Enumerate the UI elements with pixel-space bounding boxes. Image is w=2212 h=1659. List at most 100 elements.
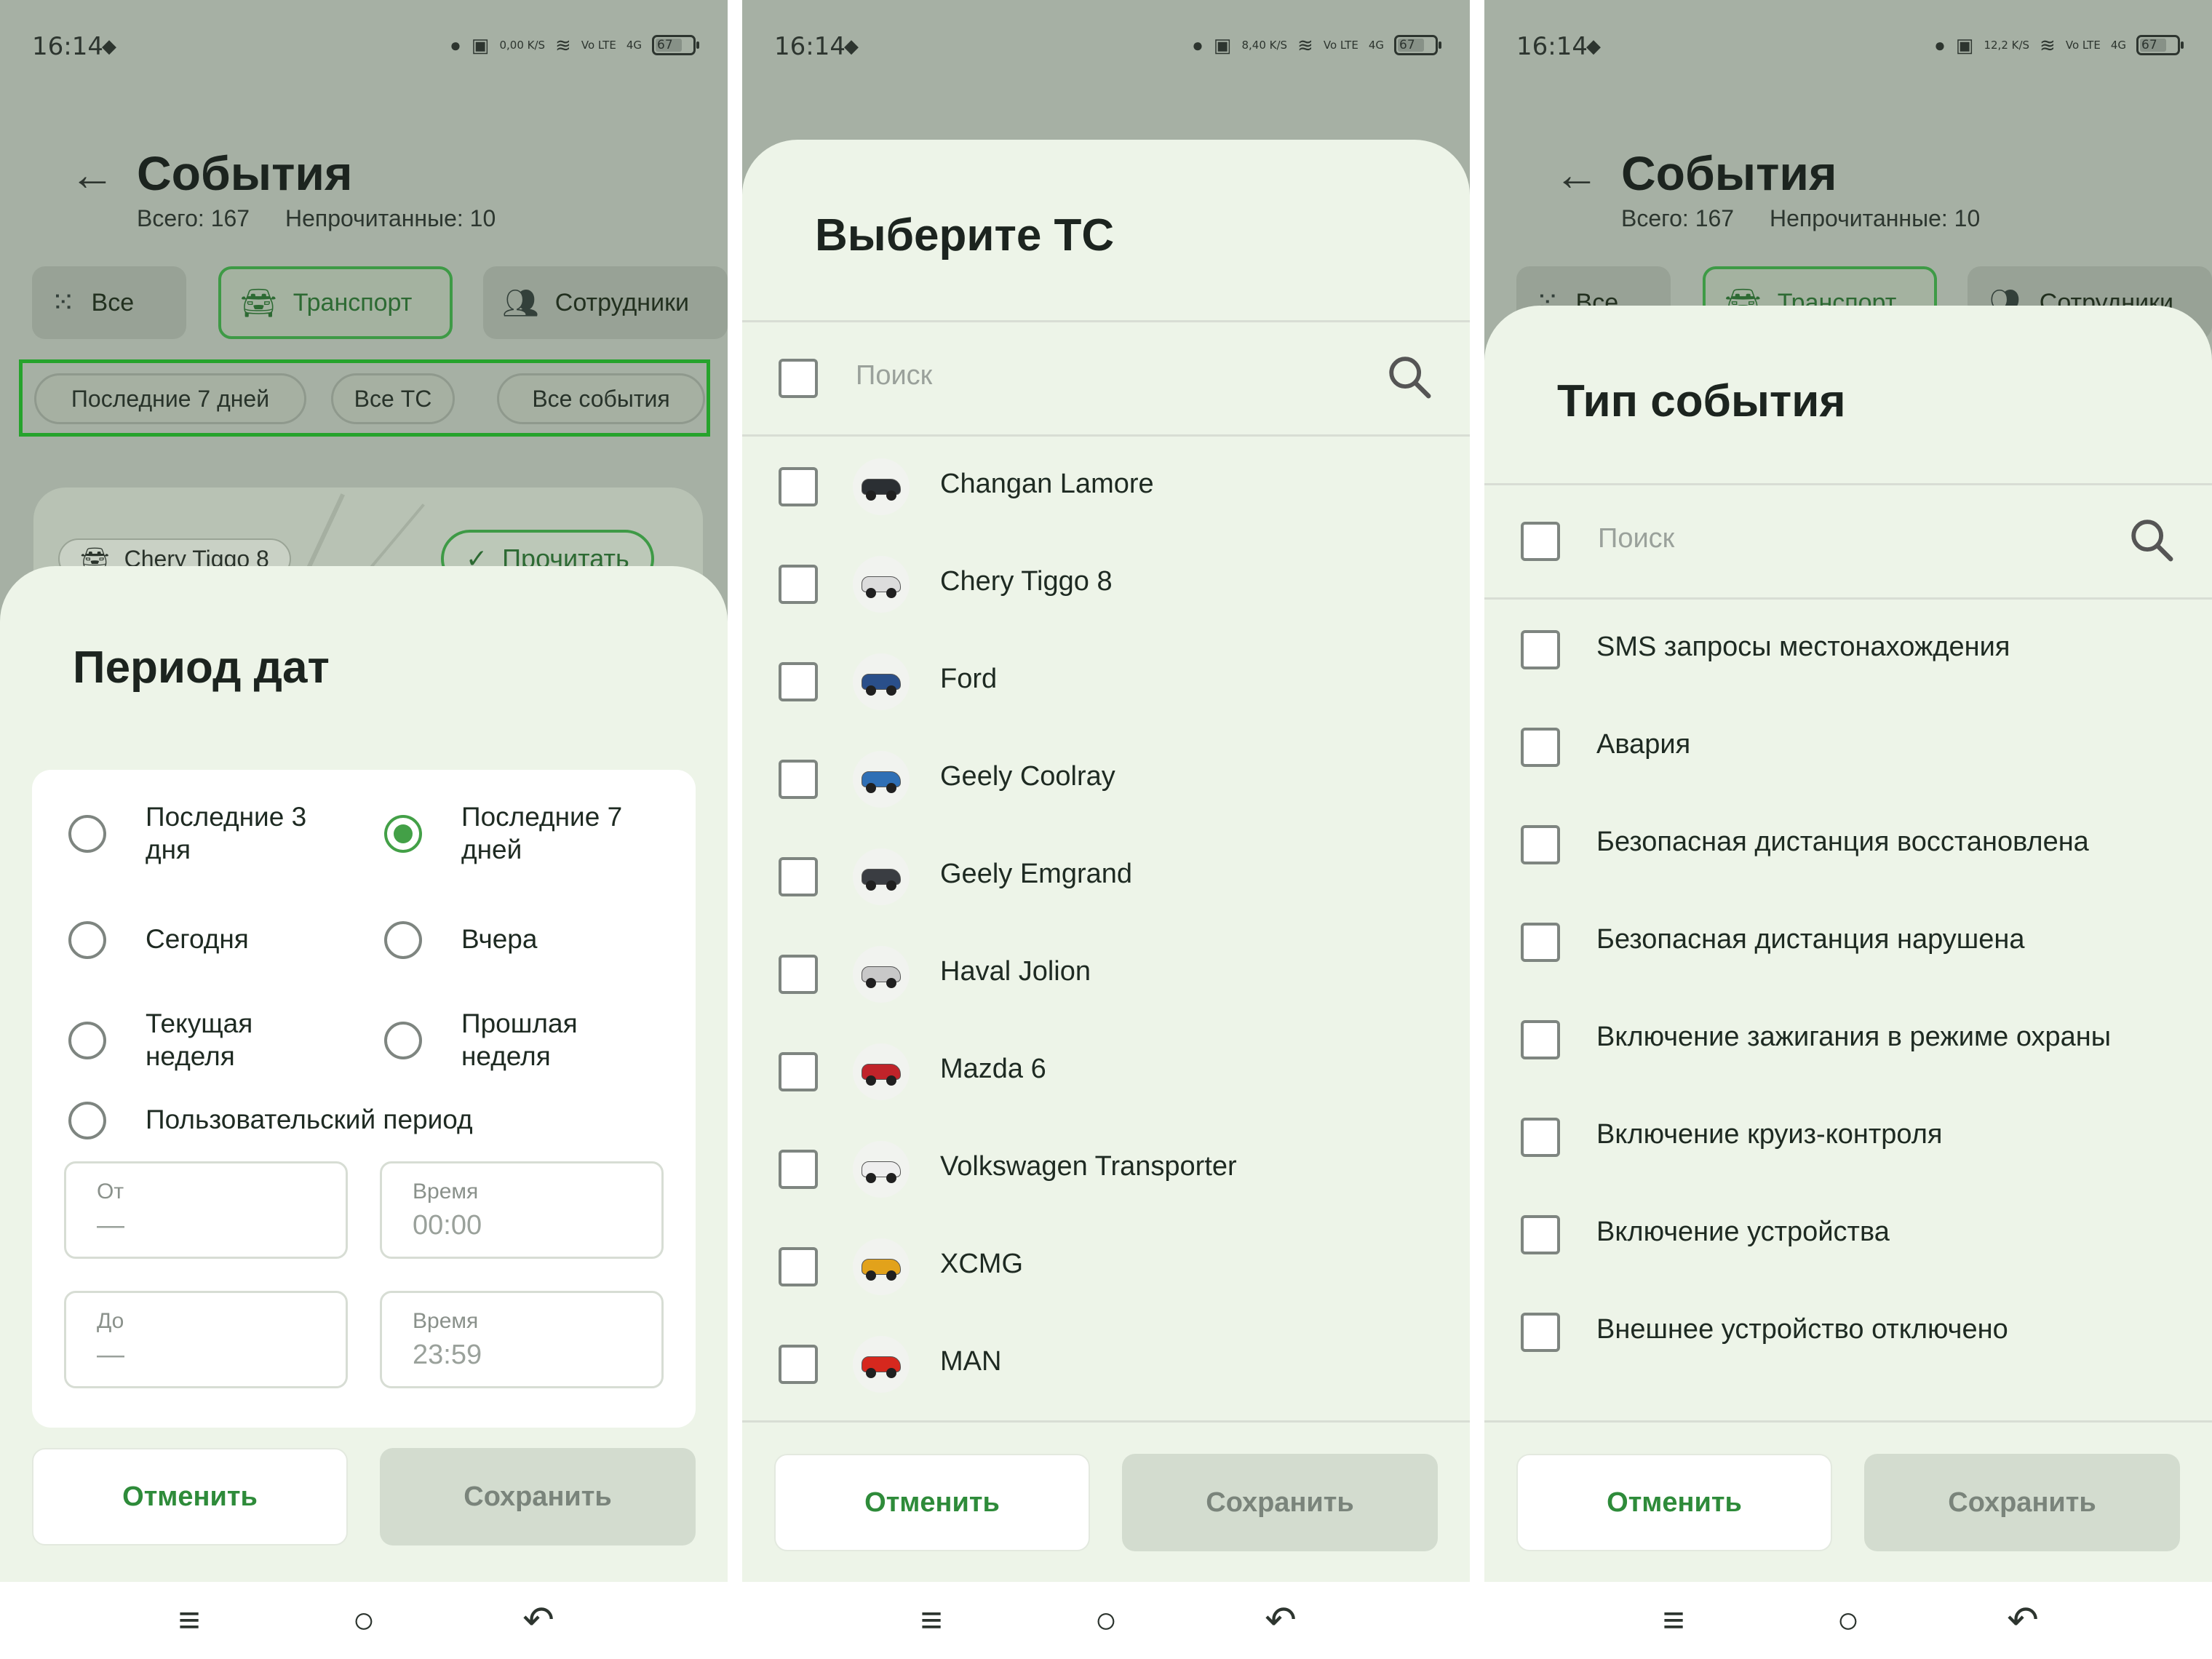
- save-button[interactable]: Сохранить: [1864, 1454, 2180, 1551]
- save-button[interactable]: Сохранить: [1122, 1454, 1438, 1551]
- vehicle-checkbox[interactable]: [779, 1052, 818, 1091]
- event-type-checkbox[interactable]: [1521, 630, 1560, 669]
- tab-employees[interactable]: 👥︎ Сотрудники: [483, 266, 728, 339]
- event-type-name: Включение устройства: [1596, 1217, 1890, 1247]
- home-icon[interactable]: ○: [1077, 1599, 1135, 1642]
- vehicle-checkbox[interactable]: [779, 955, 818, 994]
- vehicle-checkbox[interactable]: [779, 565, 818, 604]
- event-type-list-item[interactable]: Безопасная дистанция нарушена: [1484, 894, 2212, 991]
- back-arrow-icon[interactable]: ←: [1554, 153, 1599, 198]
- save-button[interactable]: Сохранить: [380, 1448, 696, 1545]
- cancel-button[interactable]: Отменить: [774, 1454, 1090, 1551]
- event-type-checkbox[interactable]: [1521, 1118, 1560, 1157]
- radio-last-7-days[interactable]: [384, 815, 422, 853]
- filter-vehicles-chip[interactable]: Все ТС: [331, 373, 455, 424]
- to-time-field[interactable]: Время 23:59: [380, 1291, 664, 1388]
- vehicle-name: Geely Coolray: [940, 761, 1115, 792]
- tab-transport[interactable]: 🚘︎ Транспорт: [218, 266, 453, 339]
- back-arrow-icon[interactable]: ←: [70, 153, 115, 198]
- event-type-checkbox[interactable]: [1521, 825, 1560, 864]
- battery-icon: 67: [2136, 35, 2184, 55]
- event-type-list-item[interactable]: Внешнее устройство отключено: [1484, 1284, 2212, 1381]
- wifi-icon: ≋: [2040, 33, 2056, 56]
- vehicle-name: Mazda 6: [940, 1054, 1046, 1084]
- notification-icon: ◆: [1586, 35, 1601, 57]
- home-icon[interactable]: ○: [335, 1599, 393, 1642]
- vehicle-list-item[interactable]: Volkswagen Transporter: [742, 1121, 1470, 1218]
- search-icon[interactable]: [1384, 351, 1435, 402]
- vehicle-checkbox[interactable]: [779, 1345, 818, 1384]
- event-type-list-item[interactable]: Включение устройства: [1484, 1186, 2212, 1284]
- radio-label: Последние 7 дней: [461, 802, 623, 864]
- cancel-button[interactable]: Отменить: [1516, 1454, 1832, 1551]
- select-all-checkbox[interactable]: [1521, 522, 1560, 561]
- back-icon[interactable]: ↶: [1994, 1599, 2052, 1642]
- event-type-list-item[interactable]: Безопасная дистанция восстановлена: [1484, 796, 2212, 894]
- screen-date-period: 16:14 ◆ ● ▣ 0,00 K/S ≋ Vo LTE 4G 67 ← Со…: [0, 0, 728, 1659]
- back-icon[interactable]: ↶: [1252, 1599, 1310, 1642]
- vehicle-list-item[interactable]: Changan Lamore: [742, 438, 1470, 536]
- home-icon[interactable]: ○: [1819, 1599, 1877, 1642]
- select-all-checkbox[interactable]: [779, 359, 818, 398]
- back-icon[interactable]: ↶: [509, 1599, 568, 1642]
- event-type-checkbox[interactable]: [1521, 1215, 1560, 1254]
- event-type-checkbox[interactable]: [1521, 923, 1560, 962]
- from-time-field[interactable]: Время 00:00: [380, 1161, 664, 1259]
- event-type-checkbox[interactable]: [1521, 1313, 1560, 1352]
- search-input[interactable]: Поиск: [1598, 523, 1674, 554]
- vehicle-thumbnail-icon: [853, 946, 910, 1003]
- vehicle-checkbox[interactable]: [779, 1247, 818, 1286]
- menu-icon[interactable]: ≡: [902, 1599, 960, 1642]
- radio-current-week[interactable]: [68, 1022, 106, 1059]
- filter-events-chip[interactable]: Все события: [497, 373, 705, 424]
- vehicle-list-item[interactable]: Geely Emgrand: [742, 828, 1470, 926]
- radio-yesterday[interactable]: [384, 921, 422, 959]
- vehicle-list-item[interactable]: Mazda 6: [742, 1023, 1470, 1121]
- radio-previous-week[interactable]: [384, 1022, 422, 1059]
- net-speed: 12,2 K/S: [1984, 38, 2030, 52]
- radio-label: Текущая неделя: [146, 1008, 253, 1071]
- unread-count: Непрочитанные: 10: [285, 205, 496, 231]
- signal-icon: 4G: [626, 38, 642, 52]
- menu-icon[interactable]: ≡: [160, 1599, 218, 1642]
- vehicle-list-item[interactable]: Ford: [742, 633, 1470, 731]
- filter-period-chip[interactable]: Последние 7 дней: [34, 373, 306, 424]
- cancel-button[interactable]: Отменить: [32, 1448, 348, 1545]
- event-type-list-item[interactable]: Включение круиз-контроля: [1484, 1089, 2212, 1186]
- vehicle-checkbox[interactable]: [779, 1150, 818, 1189]
- search-icon[interactable]: [2126, 514, 2177, 565]
- menu-icon[interactable]: ≡: [1644, 1599, 1703, 1642]
- vehicle-checkbox[interactable]: [779, 662, 818, 701]
- event-type-list-item[interactable]: SMS запросы местонахождения: [1484, 601, 2212, 699]
- event-type-list-item[interactable]: Авария: [1484, 699, 2212, 796]
- vehicle-thumbnail-icon: [853, 1043, 910, 1100]
- tab-all[interactable]: ⁙ Все: [32, 266, 186, 339]
- vehicle-name: Haval Jolion: [940, 956, 1091, 987]
- search-input[interactable]: Поиск: [856, 360, 932, 391]
- vehicle-list-item[interactable]: XCMG: [742, 1218, 1470, 1316]
- event-type-checkbox[interactable]: [1521, 1020, 1560, 1059]
- volte-label: Vo LTE: [2065, 38, 2101, 52]
- event-type-name: Включение круиз-контроля: [1596, 1119, 1943, 1150]
- vehicle-name: XCMG: [940, 1249, 1023, 1279]
- nfc-icon: ▣: [471, 33, 490, 56]
- event-type-checkbox[interactable]: [1521, 728, 1560, 767]
- radio-today[interactable]: [68, 921, 106, 959]
- radio-label: Вчера: [461, 924, 538, 954]
- vehicle-list-item[interactable]: Chery Tiggo 8: [742, 536, 1470, 633]
- screen-event-type: 16:14 ◆ ● ▣ 12,2 K/S ≋ Vo LTE 4G 67 ← Со…: [1484, 0, 2212, 1659]
- vehicle-list-item[interactable]: Haval Jolion: [742, 926, 1470, 1023]
- vehicle-checkbox[interactable]: [779, 760, 818, 799]
- radio-custom-period[interactable]: [68, 1102, 106, 1139]
- vehicle-checkbox[interactable]: [779, 857, 818, 896]
- vehicle-checkbox[interactable]: [779, 467, 818, 506]
- vehicle-list-item[interactable]: MAN: [742, 1316, 1470, 1413]
- to-date-field[interactable]: До —: [64, 1291, 348, 1388]
- vehicle-thumbnail-icon: [853, 751, 910, 808]
- event-type-list-item[interactable]: Включение зажигания в режиме охраны: [1484, 991, 2212, 1089]
- event-type-name: SMS запросы местонахождения: [1596, 632, 2010, 662]
- radio-last-3-days[interactable]: [68, 815, 106, 853]
- from-date-field[interactable]: От —: [64, 1161, 348, 1259]
- vehicle-list-item[interactable]: Geely Coolray: [742, 731, 1470, 828]
- status-time: 16:14: [32, 32, 103, 61]
